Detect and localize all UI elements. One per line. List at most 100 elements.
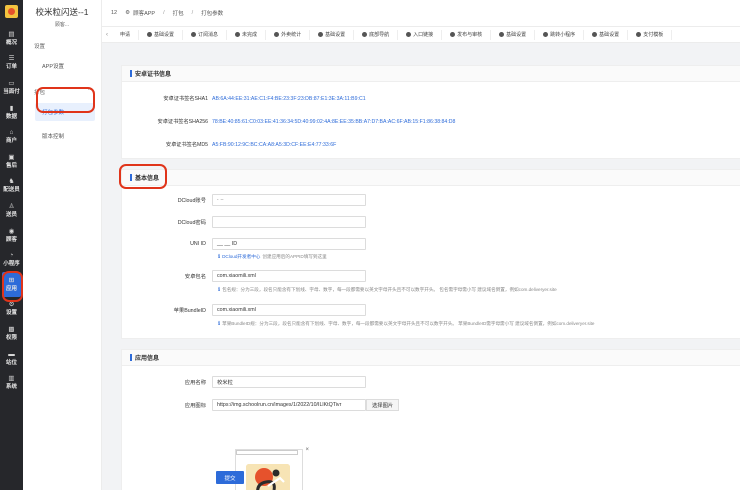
info-icon: ℹ [218,254,221,260]
android-package-label: 安卓包名 [184,274,206,280]
ios-bundle-row: 苹果BundleID com.xiaomili.xml [122,304,366,316]
rail-item-label: 站位 [5,359,17,366]
rail-item-5[interactable]: ▣ 售后 [0,149,23,174]
tab-item[interactable]: 基础设置 [584,29,629,40]
sidebar-item-app-settings[interactable]: APP设置 [23,62,101,70]
top-header: 12 ⚙ 顾客APP / 打包 / 打包参数 [102,0,740,27]
breadcrumb-separator: / [163,10,165,16]
rider-icon: ♞ [8,178,15,186]
header-counter: 12 [111,10,118,16]
tab-item[interactable]: 基础设置 [310,29,355,40]
cert-card-title: 安卓证书信息 [122,66,740,82]
sidebar-item-version-control[interactable]: 版本控制 [23,132,101,140]
basic-title: 基本信息 [135,176,160,182]
tab-dot-icon [362,32,368,37]
uni-id-input[interactable]: __ __ ID [212,238,366,250]
cert-card: 安卓证书信息 安卓证书签名SHA1 AB:6A:44:EE:31:AE:C1:F… [121,65,740,159]
wallet-icon: ▭ [8,79,15,87]
info-icon: ℹ [218,287,221,293]
uni-id-row: UNI ID __ __ ID [122,238,366,250]
rail-item-4[interactable]: ⌂ 商户 [0,124,23,149]
app-icon-url-input[interactable]: https://img.schoolrun.cn/images/1/2022/1… [212,399,366,411]
sha256-row: 安卓证书签名SHA256 78:BE:40:85:61:C0:03:EE:41:… [122,118,456,126]
store-icon: ⌂ [9,129,14,137]
group-pack[interactable]: 打包 ^ [23,88,101,96]
system-icon: ▥ [8,375,15,383]
tab-item[interactable]: 基础设置 [139,29,184,40]
sha1-row: 安卓证书签名SHA1 AB:6A:44:EE:31:AE:C1:F4:BE:23… [122,95,365,103]
breadcrumb-pack[interactable]: 打包 [173,9,184,17]
chevron-up-icon: ^ [88,88,91,94]
rail-item-6[interactable]: ♞ 配送员 [0,174,23,199]
tab-item[interactable]: 支付模板 [628,29,673,40]
group-settings[interactable]: 设置 [23,42,101,50]
tab-dot-icon [147,32,153,37]
ios-bundle-input[interactable]: com.xiaomili.xml [212,304,366,316]
person-icon: ♙ [8,202,15,210]
app-info-card: 应用信息 应用名称 校米粒 应用图标 https://img.schoolrun… [121,349,740,490]
tab-label: 支付模板 [643,32,664,38]
rail-item-1[interactable]: ☰ 订单 [0,51,23,76]
tab-dot-icon [235,32,241,37]
rail-item-9[interactable]: ◔ 小程序 [0,247,23,272]
tab-item[interactable]: 未完成 [227,29,267,40]
android-package-hint-text: 包名规：分为三段，段名只能含有下划线、字母、数字，每一段都需要以英文字母开头且不… [222,287,557,292]
rail-item-label: 权限 [5,334,17,341]
rail-item-8[interactable]: ◉ 顾客 [0,223,23,248]
tab-item[interactable]: 申请 [112,29,140,40]
ios-bundle-label: 苹果BundleID [173,308,206,314]
submit-button[interactable]: 提交 [216,471,244,484]
rail-item-0[interactable]: ▤ 概况 [0,26,23,51]
home-icon[interactable]: ⚙ [125,10,130,16]
tab-label: 基础设置 [506,32,527,38]
rail-item-label: 送员 [5,211,17,218]
tab-item[interactable]: 跳转小程序 [535,29,585,40]
rail-item-2[interactable]: ▭ 当面付 [0,75,23,100]
android-package-row: 安卓包名 com.xiaomili.xml [122,270,366,282]
tab-dot-icon [543,32,549,37]
rail-item-10[interactable]: ⊞ 应用 [2,271,21,297]
tab-item[interactable]: 底部导航 [354,29,399,40]
breadcrumb-home[interactable]: 顾客APP [133,9,155,17]
remove-image-icon[interactable]: × [305,447,309,453]
tab-label: 发布与审核 [457,32,483,38]
tab-scroll-left-icon[interactable]: ‹ [102,32,112,38]
tab-item[interactable]: 发布与审核 [442,29,492,40]
tab-label: 入口链接 [413,32,434,38]
tab-dot-icon [636,32,642,37]
chat-icon: ◔ [9,252,14,260]
dcloud-password-input[interactable] [212,216,366,228]
rail-item-12[interactable]: ▩ 权限 [0,321,23,346]
rail-item-14[interactable]: ▥ 系统 [0,370,23,395]
tab-item[interactable]: 订阅消息 [183,29,228,40]
sha256-value: 78:BE:40:85:61:C0:03:EE:41:36:34:5D:40:9… [212,118,456,125]
tab-item[interactable]: 外卖统计 [266,29,311,40]
tab-item[interactable]: 基础设置 [491,29,536,40]
tab-label: 基础设置 [154,32,175,38]
choose-image-button[interactable]: 选择图片 [366,399,400,411]
secondary-sidebar: 校米粒闪送--1 顾客... 设置 APP设置 打包 ^ 打包参数 版本控制 [23,0,102,490]
sidebar-item-pack-params[interactable]: 打包参数 [35,103,95,121]
dcloud-account-input[interactable]: · ·· [212,194,366,206]
rail-item-11[interactable]: ⚙ 设置 [0,297,23,322]
tab-item[interactable]: 入口链接 [398,29,443,40]
shop-name[interactable]: 校米粒闪送--1 [23,6,101,18]
android-package-input[interactable]: com.xiaomili.xml [212,270,366,282]
breadcrumb-current: 打包参数 [201,11,224,17]
app-name-input[interactable]: 校米粒 [212,376,366,388]
rail-item-label: 售后 [5,162,17,169]
md5-label: 安卓证书签名MD5 [165,142,208,148]
rail-item-7[interactable]: ♙ 送员 [0,198,23,223]
rail-item-13[interactable]: ▬ 站位 [0,346,23,371]
service-icon: ▣ [8,153,15,161]
rail-item-3[interactable]: ▮ 数据 [0,100,23,125]
cert-title: 安卓证书信息 [135,72,172,78]
app-logo-icon[interactable] [5,5,18,18]
left-rail: ▤ 概况 ☰ 订单 ▭ 当面付 ▮ 数据 ⌂ 商户 ▣ 售后 ♞ 配送员 ♙ 送员 ◉ 顾客 ◔ 小程序 ⊞ 应用 ⚙ 设置 ▩… [0,0,23,490]
uni-id-label: UNI ID [190,241,206,247]
icon-select[interactable] [236,450,298,455]
dcloud-dev-center-link[interactable]: DCloud开发者中心 [222,254,260,260]
flag-icon: ▬ [8,350,15,358]
chart-icon: ▤ [8,30,15,38]
ios-bundle-hint: ℹ 苹果BundleID规：分为三段，段名只能含有下划线、字母、数字，每一段都需… [218,321,595,327]
